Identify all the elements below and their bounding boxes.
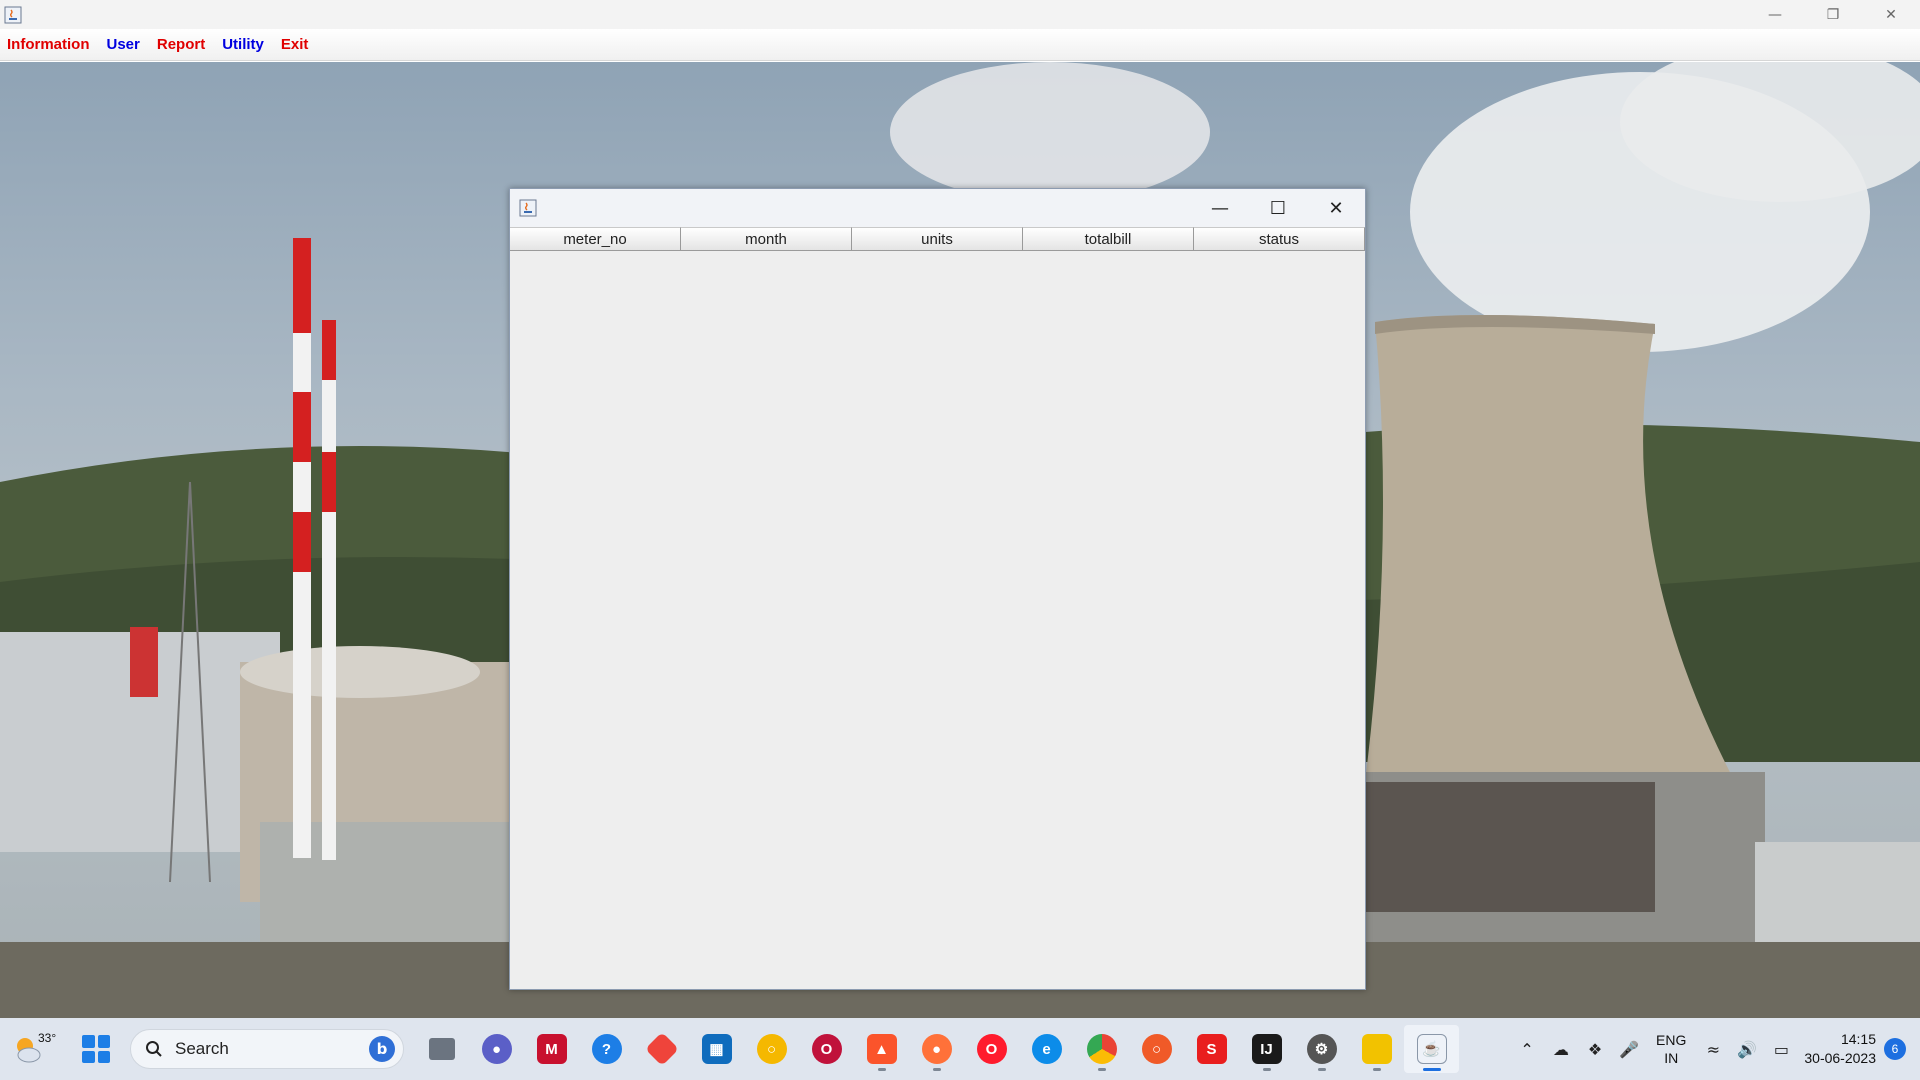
taskbar: 33° Search b ● M ? ▦ ○ O ▲ ● O e ○ S IJ …: [0, 1018, 1920, 1080]
search-input[interactable]: Search b: [130, 1029, 404, 1069]
notification-badge[interactable]: 6: [1884, 1038, 1906, 1060]
taskbar-task-view[interactable]: [414, 1025, 469, 1073]
table-body[interactable]: [510, 251, 1365, 989]
clock-time: 14:15: [1840, 1031, 1876, 1047]
taskbar-eclipse[interactable]: ○: [1129, 1025, 1184, 1073]
eclipse-icon: ○: [1141, 1034, 1172, 1064]
onedrive-icon[interactable]: ☁: [1546, 1034, 1576, 1064]
menu-utility[interactable]: Utility: [222, 36, 264, 53]
menu-information[interactable]: Information: [7, 36, 90, 53]
battery-icon[interactable]: ▭: [1766, 1034, 1796, 1064]
taskbar-edge[interactable]: e: [1019, 1025, 1074, 1073]
column-header-totalbill[interactable]: totalbill: [1023, 227, 1194, 251]
opera-icon: O: [976, 1034, 1007, 1064]
frame-close-button[interactable]: ✕: [1307, 189, 1365, 227]
close-window-button[interactable]: ✕: [1862, 0, 1920, 29]
wifi-icon[interactable]: ≈: [1698, 1034, 1728, 1064]
taskbar-java-app[interactable]: ☕: [1404, 1025, 1459, 1073]
search-label: Search: [175, 1039, 229, 1058]
taskbar-sublime[interactable]: S: [1184, 1025, 1239, 1073]
frame-minimize-button[interactable]: —: [1191, 189, 1249, 227]
system-tray: ⌃ ☁ ❖ 🎤 ENG IN ≈ 🔊 ▭ 14:15 30-06-2023 6: [1510, 1018, 1920, 1080]
java-app-icon: ☕: [1416, 1034, 1447, 1064]
clock-date: 30-06-2023: [1804, 1050, 1876, 1066]
chevron-up-icon[interactable]: ⌃: [1512, 1034, 1542, 1064]
opera-gx-icon: O: [811, 1034, 842, 1064]
language-indicator[interactable]: ENG IN: [1656, 1031, 1686, 1067]
column-header-status[interactable]: status: [1194, 227, 1365, 251]
table-header: meter_no month units totalbill status: [510, 227, 1365, 251]
taskbar-anydesk[interactable]: [634, 1025, 689, 1073]
column-header-month[interactable]: month: [681, 227, 852, 251]
taskbar-opera[interactable]: O: [964, 1025, 1019, 1073]
frame-maximize-button[interactable]: ☐: [1249, 189, 1307, 227]
app-title-bar: — ❐ ✕: [0, 0, 1920, 29]
taskbar-meet[interactable]: ●: [469, 1025, 524, 1073]
bing-icon[interactable]: b: [369, 1036, 395, 1062]
bill-details-frame: — ☐ ✕ meter_no month units totalbill sta…: [509, 188, 1366, 990]
taskbar-settings[interactable]: ⚙: [1294, 1025, 1349, 1073]
taskbar-mcafee[interactable]: M: [524, 1025, 579, 1073]
dropbox-icon[interactable]: ❖: [1580, 1034, 1610, 1064]
sublime-icon: S: [1196, 1034, 1227, 1064]
menu-bar: Information User Report Utility Exit: [0, 29, 1920, 61]
anydesk-icon: [644, 1032, 679, 1066]
weather-widget[interactable]: 33°: [12, 1029, 68, 1069]
taskbar-intellij[interactable]: IJ: [1239, 1025, 1294, 1073]
taskbar-chrome[interactable]: [1074, 1025, 1129, 1073]
settings-icon: ⚙: [1306, 1034, 1337, 1064]
taskbar-file-explorer[interactable]: [1349, 1025, 1404, 1073]
mcafee-icon: M: [536, 1034, 567, 1064]
task-view-icon: [428, 1038, 455, 1060]
taskbar-store[interactable]: ▦: [689, 1025, 744, 1073]
taskbar-circle-app[interactable]: ○: [744, 1025, 799, 1073]
store-icon: ▦: [701, 1034, 732, 1064]
microphone-icon[interactable]: 🎤: [1614, 1034, 1644, 1064]
java-app-icon: [4, 6, 22, 23]
taskbar-apps: ● M ? ▦ ○ O ▲ ● O e ○ S IJ ⚙ ☕: [414, 1025, 1459, 1073]
clock[interactable]: 14:15 30-06-2023: [1804, 1030, 1876, 1068]
minimize-window-button[interactable]: —: [1746, 0, 1804, 29]
taskbar-firefox[interactable]: ●: [909, 1025, 964, 1073]
edge-icon: e: [1031, 1034, 1062, 1064]
taskbar-brave[interactable]: ▲: [854, 1025, 909, 1073]
menu-user[interactable]: User: [107, 36, 140, 53]
chrome-icon: [1086, 1034, 1117, 1064]
language-code: ENG: [1656, 1032, 1687, 1048]
brave-icon: ▲: [866, 1034, 897, 1064]
intellij-icon: IJ: [1251, 1034, 1282, 1064]
column-header-meter-no[interactable]: meter_no: [510, 227, 681, 251]
help-icon: ?: [591, 1034, 622, 1064]
frame-title-bar: — ☐ ✕: [510, 189, 1365, 227]
firefox-icon: ●: [921, 1034, 952, 1064]
java-frame-icon: [519, 199, 537, 217]
start-button[interactable]: [78, 1031, 114, 1067]
search-icon: [146, 1041, 162, 1057]
circle-app-icon: ○: [756, 1034, 787, 1064]
taskbar-help[interactable]: ?: [579, 1025, 634, 1073]
volume-icon[interactable]: 🔊: [1732, 1034, 1762, 1064]
restore-window-button[interactable]: ❐: [1804, 0, 1862, 29]
file-explorer-icon: [1361, 1034, 1392, 1064]
menu-exit[interactable]: Exit: [281, 36, 309, 53]
meet-icon: ●: [481, 1034, 512, 1064]
weather-temp: 33°: [38, 1031, 57, 1045]
column-header-units[interactable]: units: [852, 227, 1023, 251]
region-code: IN: [1664, 1050, 1679, 1066]
taskbar-opera-gx[interactable]: O: [799, 1025, 854, 1073]
menu-report[interactable]: Report: [157, 36, 205, 53]
